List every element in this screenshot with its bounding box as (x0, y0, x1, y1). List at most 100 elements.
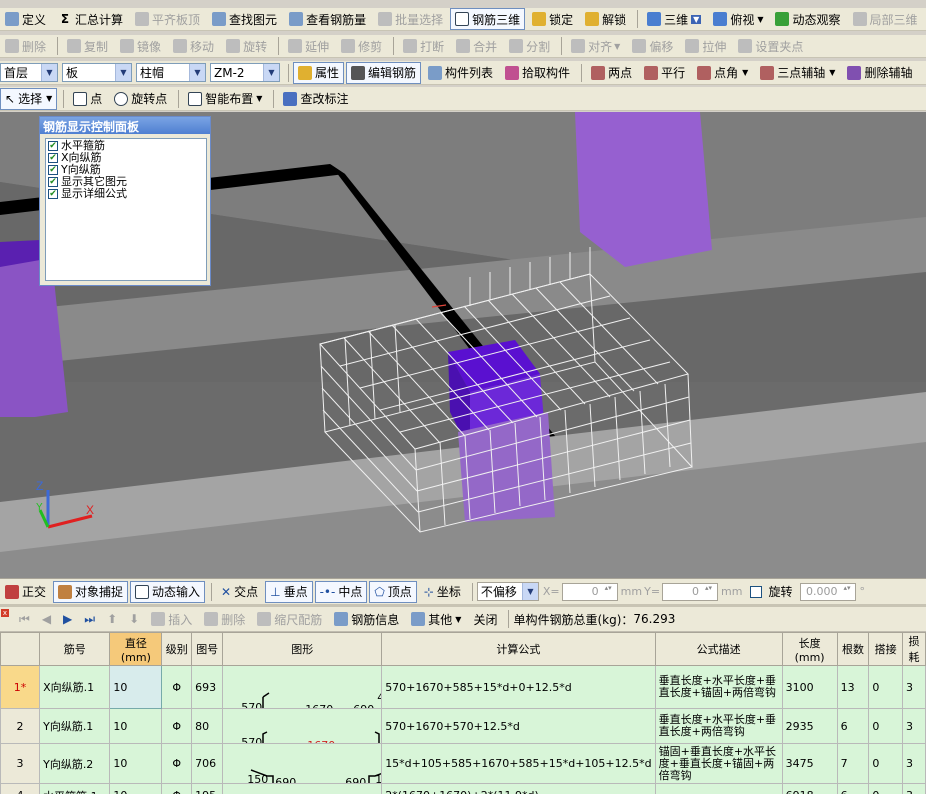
cell-description[interactable] (654, 783, 783, 794)
perpendicular-snap[interactable]: ⊥ 垂点 (265, 580, 313, 603)
cell-length[interactable]: 3100 (781, 665, 838, 709)
cell-diameter[interactable]: 10 (109, 708, 163, 744)
header-loss[interactable]: 损耗 (902, 632, 926, 666)
category-select[interactable]: 板 ▼ (62, 63, 132, 82)
header-lap[interactable]: 搭接 (868, 632, 903, 666)
cell-loss[interactable]: 3 (902, 743, 926, 784)
cell-shape[interactable]: 150 690 1670 690 150 (222, 743, 383, 784)
cell-count[interactable]: 13 (836, 665, 870, 709)
rotate-checkbox[interactable]: 旋转 (750, 585, 792, 599)
cell-figure-no[interactable]: 80 (191, 708, 224, 744)
header-bar-no[interactable]: 筋号 (39, 632, 111, 666)
checkbox-checked-icon[interactable]: ✔ (48, 165, 58, 175)
rebar-3d-button[interactable]: 钢筋三维 (450, 8, 526, 30)
cell-loss[interactable]: 3 (902, 665, 926, 709)
row-number[interactable]: 4 (0, 783, 41, 794)
header-grade[interactable]: 级别 (161, 632, 193, 666)
unlock-button[interactable]: 解锁 (580, 8, 631, 30)
y-offset-input[interactable]: 0 (662, 582, 719, 601)
top-view-dropdown[interactable]: 俯视 ▼ (708, 8, 768, 30)
header-description[interactable]: 公式描述 (654, 632, 783, 666)
cell-lap[interactable]: 0 (868, 665, 903, 709)
intersection-snap[interactable]: ✕ 交点 (216, 581, 263, 603)
checkbox-checked-icon[interactable]: ✔ (48, 141, 58, 151)
cell-shape[interactable]: 570 1670 570 (222, 708, 383, 744)
scale-rebar-button[interactable]: 缩尺配筋 (252, 608, 327, 630)
checkbox-unchecked-icon[interactable] (750, 585, 763, 598)
ortho-toggle[interactable]: 正交 (0, 581, 51, 603)
header-count[interactable]: 根数 (836, 632, 870, 666)
move-down-button[interactable]: ⬇ (124, 608, 144, 630)
vertex-snap[interactable]: ⬠ 顶点 (369, 580, 417, 603)
summary-calc-button[interactable]: Σ 汇总计算 (53, 8, 128, 30)
two-point-button[interactable]: 两点 (586, 62, 637, 84)
3d-view-dropdown[interactable]: 三维 ▼ (642, 8, 706, 30)
move-button[interactable]: 移动 (168, 35, 219, 57)
edit-rebar-button[interactable]: 编辑钢筋 (346, 61, 422, 84)
cell-figure-no[interactable]: 706 (191, 743, 224, 784)
cell-figure-no[interactable]: 693 (191, 665, 224, 709)
insert-button[interactable]: 插入 (146, 608, 197, 630)
cell-count[interactable]: 6 (836, 783, 870, 794)
close-panel-icon[interactable]: x (1, 609, 9, 617)
extend-button[interactable]: 延伸 (283, 35, 334, 57)
row-number[interactable]: 3 (0, 743, 41, 784)
panel-title[interactable]: 钢筋显示控制面板 (40, 117, 210, 134)
first-record-button[interactable]: ⏮ (14, 608, 35, 630)
table-row[interactable]: 3 Y向纵筋.2 10 Φ 706 150 690 1670 690 150 1… (0, 743, 926, 784)
other-dropdown[interactable]: 其他 ▼ (406, 608, 466, 630)
cell-bar-no[interactable]: 水平箍筋.1 (39, 783, 111, 794)
cell-description[interactable]: 垂直长度+水平长度+垂直长度+两倍弯钩 (654, 708, 783, 744)
break-button[interactable]: 打断 (398, 35, 449, 57)
cell-bar-no[interactable]: Y向纵筋.1 (39, 708, 111, 744)
dynamic-input-toggle[interactable]: 动态输入 (130, 580, 206, 603)
cell-description[interactable]: 垂直长度+水平长度+垂直长度+锚固+两倍弯钩 (654, 665, 783, 709)
offset-mode-select[interactable]: 不偏移 ▼ (476, 582, 539, 601)
cell-grade[interactable]: Φ (161, 708, 193, 744)
component-type-select[interactable]: 柱帽 ▼ (136, 63, 206, 82)
point-button[interactable]: 点 (68, 88, 107, 110)
coordinate-snap[interactable]: ⊹ 坐标 (419, 581, 466, 603)
row-number[interactable]: 2 (0, 708, 41, 744)
pick-component-button[interactable]: 拾取构件 (500, 62, 575, 84)
row-number[interactable]: 1* (0, 665, 41, 709)
component-list-button[interactable]: 构件列表 (423, 62, 498, 84)
header-figure-no[interactable]: 图号 (191, 632, 224, 666)
cell-figure-no[interactable]: 195 (191, 783, 224, 794)
cell-shape[interactable]: 1670 (222, 783, 383, 794)
cell-grade[interactable]: Φ (161, 665, 193, 709)
object-snap-toggle[interactable]: 对象捕捉 (53, 580, 129, 603)
orbit-button[interactable]: 动态观察 (770, 8, 845, 30)
stretch-button[interactable]: 拉伸 (680, 35, 731, 57)
cell-diameter[interactable]: 10 (109, 743, 163, 784)
parallel-button[interactable]: 平行 (639, 62, 690, 84)
three-point-axis-dropdown[interactable]: 三点辅轴 ▼ (755, 62, 840, 84)
checkbox-checked-icon[interactable]: ✔ (48, 177, 58, 187)
edit-annotation-button[interactable]: 查改标注 (278, 88, 353, 110)
option-show-detail-formula[interactable]: ✔ 显示详细公式 (48, 188, 204, 200)
mirror-button[interactable]: 镜像 (115, 35, 166, 57)
checkbox-checked-icon[interactable]: ✔ (48, 189, 58, 199)
close-button[interactable]: 关闭 (468, 608, 502, 630)
local-3d-button[interactable]: 局部三维 (848, 8, 923, 30)
move-up-button[interactable]: ⬆ (102, 608, 122, 630)
trim-button[interactable]: 修剪 (336, 35, 387, 57)
define-button[interactable]: 定义 (0, 8, 51, 30)
table-row[interactable]: 1* X向纵筋.1 10 Φ 693 570 1670 690 45 570+1… (0, 665, 926, 709)
smart-layout-dropdown[interactable]: 智能布置 ▼ (183, 88, 267, 110)
cell-description[interactable]: 锚固+垂直长度+水平长度+垂直长度+锚固+两倍弯钩 (654, 743, 783, 784)
cell-grade[interactable]: Φ (161, 743, 193, 784)
align-top-button[interactable]: 平齐板顶 (130, 8, 205, 30)
delete-row-button[interactable]: 删除 (199, 608, 250, 630)
next-record-button[interactable]: ▶ (58, 608, 77, 630)
rotate-angle-input[interactable]: 0.000 (800, 582, 857, 601)
cell-lap[interactable]: 0 (868, 743, 903, 784)
rebar-info-button[interactable]: 钢筋信息 (329, 608, 404, 630)
cell-length[interactable]: 3475 (781, 743, 838, 784)
align-dropdown[interactable]: 对齐 ▼ (566, 35, 625, 57)
select-dropdown[interactable]: ↖ 选择 ▼ (0, 87, 58, 110)
batch-select-button[interactable]: 批量选择 (373, 8, 448, 30)
cell-bar-no[interactable]: X向纵筋.1 (39, 665, 111, 709)
cell-loss[interactable]: 3 (902, 783, 926, 794)
split-button[interactable]: 分割 (504, 35, 555, 57)
